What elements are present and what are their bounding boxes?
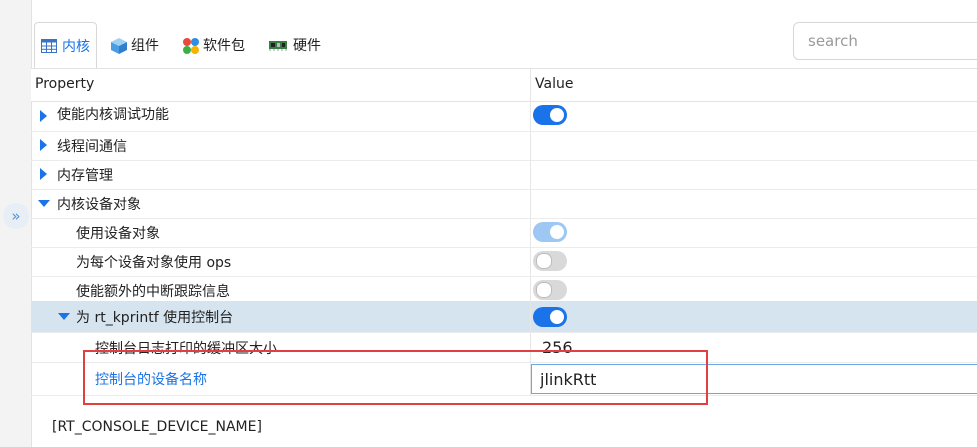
property-label: 使能内核调试功能	[57, 107, 169, 123]
property-row-selected[interactable]: 为 rt_kprintf 使用控制台	[31, 301, 977, 333]
property-row[interactable]: 内核设备对象	[31, 189, 977, 219]
value-column-header: Value	[535, 76, 574, 92]
collapse-arrow-icon[interactable]	[58, 313, 70, 320]
toggle-switch[interactable]	[533, 105, 567, 125]
toggle-switch[interactable]	[533, 307, 567, 327]
tab-packages[interactable]: 软件包	[182, 22, 245, 68]
cube-icon	[110, 37, 127, 54]
property-row[interactable]: 线程间通信	[31, 131, 977, 161]
tab-label: 组件	[131, 38, 159, 54]
config-macro-name: [RT_CONSOLE_DEVICE_NAME]	[52, 419, 262, 435]
property-row[interactable]: 为每个设备对象使用 ops	[31, 247, 977, 277]
expand-sidebar-icon[interactable]: »	[3, 203, 29, 229]
property-label: 内核设备对象	[57, 197, 141, 213]
property-label: 内存管理	[57, 168, 113, 184]
expand-arrow-icon[interactable]	[40, 110, 47, 122]
tab-kernel[interactable]: 内核	[34, 22, 97, 69]
table-icon	[41, 38, 57, 54]
tab-bar: 内核 组件 软件包 硬件	[31, 22, 791, 69]
property-label: 为 rt_kprintf 使用控制台	[76, 310, 234, 326]
property-label: 使能额外的中断跟踪信息	[76, 284, 230, 300]
toggle-switch[interactable]	[533, 280, 567, 300]
column-divider	[530, 69, 531, 396]
property-grid: Property Value 使能内核调试功能 线程间通信 内存管理 内核设备对…	[31, 68, 977, 396]
board-icon	[268, 37, 288, 53]
toggle-switch[interactable]	[533, 251, 567, 271]
property-label: 线程间通信	[57, 139, 127, 155]
property-row[interactable]: 使用设备对象	[31, 218, 977, 248]
expand-arrow-icon[interactable]	[40, 168, 47, 180]
search-input[interactable]	[793, 22, 977, 60]
tab-label: 内核	[62, 39, 90, 55]
property-label: 使用设备对象	[76, 226, 160, 242]
tab-hardware[interactable]: 硬件	[268, 22, 321, 68]
property-column-header: Property	[35, 76, 95, 92]
annotation-highlight-box	[83, 350, 708, 405]
property-label: 为每个设备对象使用 ops	[76, 255, 232, 271]
dots-icon	[182, 37, 199, 54]
toggle-switch[interactable]	[533, 222, 567, 242]
property-row[interactable]: 内存管理	[31, 160, 977, 190]
tab-label: 软件包	[203, 38, 245, 54]
expand-arrow-icon[interactable]	[40, 139, 47, 151]
left-sidebar-strip: »	[0, 0, 32, 447]
tab-components[interactable]: 组件	[110, 22, 159, 68]
grid-header: Property Value	[31, 69, 977, 102]
tab-label: 硬件	[293, 38, 321, 54]
collapse-arrow-icon[interactable]	[38, 200, 50, 207]
property-row[interactable]: 使能内核调试功能	[31, 102, 977, 132]
